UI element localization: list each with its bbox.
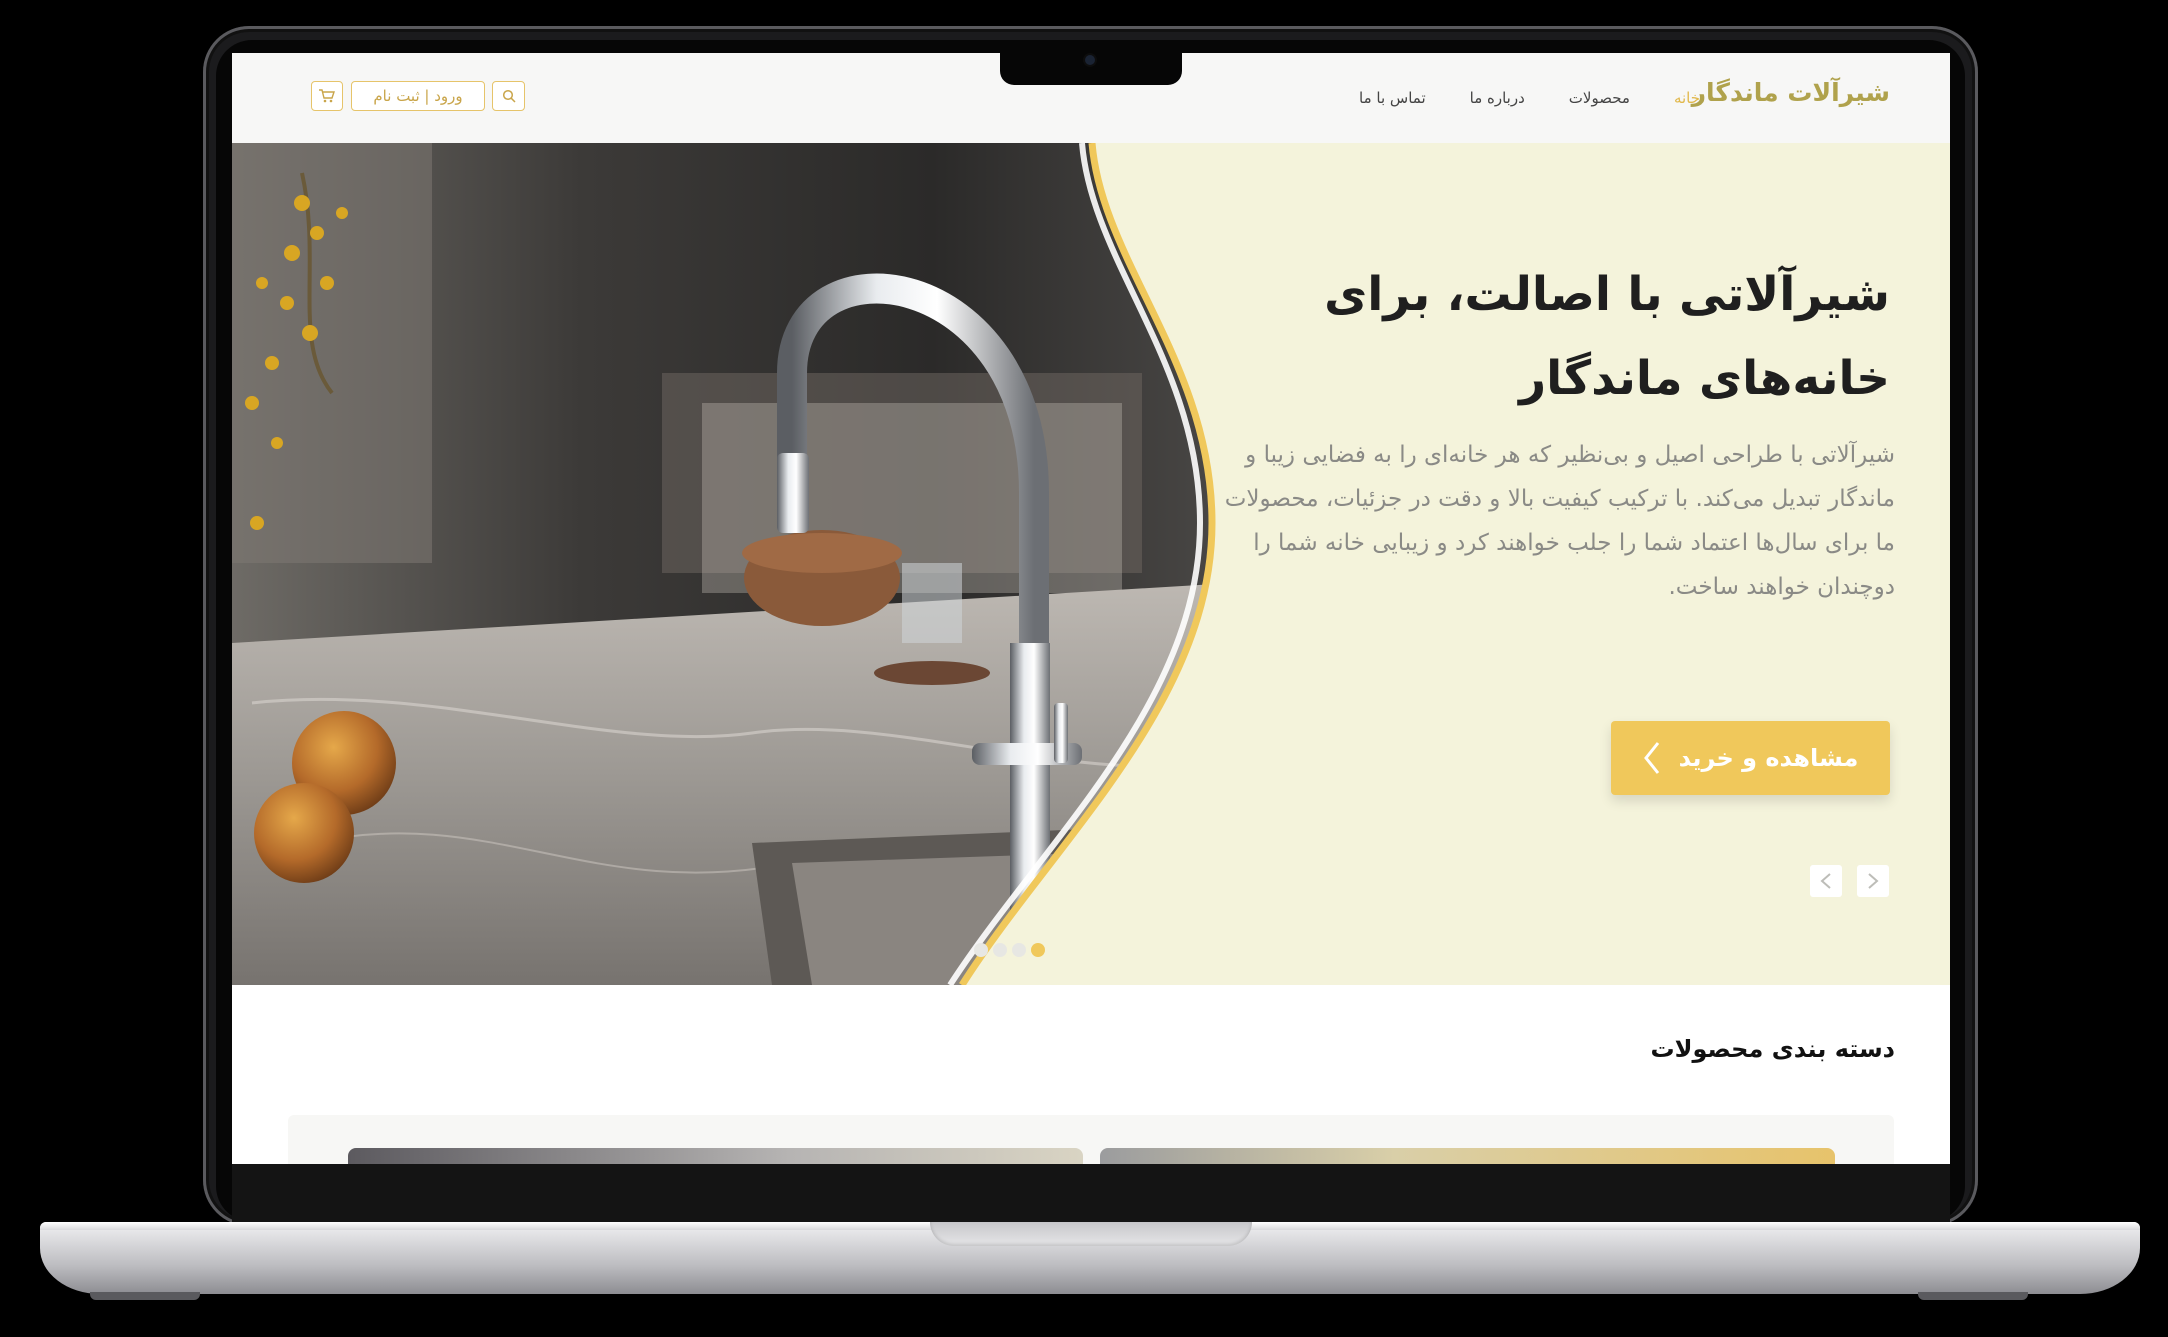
hero-slider: شیرآلاتی با اصالت، برای خانه‌های ماندگار… [232, 143, 1950, 985]
website-screen: شیرآلات ماندگار خانه محصولات درباره ما ت… [232, 53, 1950, 1164]
chevron-left-icon [1820, 873, 1831, 889]
nav-item-contact[interactable]: تماس با ما [1359, 89, 1426, 107]
laptop-opening-groove [930, 1222, 1252, 1246]
camera-notch [1000, 53, 1182, 85]
site-logo[interactable]: شیرآلات ماندگار [1692, 78, 1890, 107]
screen-chin [232, 1164, 1950, 1222]
slider-dot[interactable] [974, 943, 988, 957]
slider-prev-button[interactable] [1810, 865, 1842, 897]
chevron-right-icon [1868, 873, 1879, 889]
chevron-left-icon [1643, 742, 1659, 774]
category-card[interactable] [348, 1148, 1083, 1164]
slider-pagination [974, 943, 1045, 957]
hero-description: شیرآلاتی با طراحی اصیل و بی‌نظیر که هر خ… [1224, 442, 1895, 600]
laptop-foot-right [1918, 1292, 2028, 1300]
cta-label: مشاهده و خرید [1678, 744, 1859, 772]
laptop-foot-left [90, 1292, 200, 1300]
search-button[interactable] [492, 81, 525, 111]
cart-button[interactable] [311, 81, 343, 111]
camera-icon [1085, 55, 1095, 65]
slider-dot[interactable] [993, 943, 1007, 957]
search-icon [502, 89, 516, 103]
hero-title: شیرآلاتی با اصالت، برای خانه‌های ماندگار [1324, 267, 1890, 406]
category-card[interactable] [1100, 1148, 1835, 1164]
login-register-button[interactable]: ورود | ثبت نام [351, 81, 485, 111]
categories-title: دسته بندی محصولات [1650, 1035, 1896, 1063]
slider-dot-active[interactable] [1031, 943, 1045, 957]
nav-item-products[interactable]: محصولات [1569, 89, 1630, 107]
view-and-buy-button[interactable]: مشاهده و خرید [1611, 721, 1890, 795]
nav-item-home[interactable]: خانه [1674, 89, 1700, 107]
main-nav: خانه محصولات درباره ما تماس با ما [1359, 89, 1700, 107]
slider-dot[interactable] [1012, 943, 1026, 957]
cart-icon [319, 89, 335, 103]
slider-next-button[interactable] [1857, 865, 1889, 897]
nav-item-about[interactable]: درباره ما [1470, 89, 1525, 107]
